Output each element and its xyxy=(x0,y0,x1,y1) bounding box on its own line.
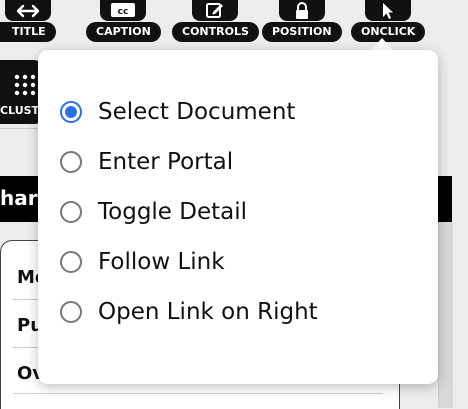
lock-icon xyxy=(278,0,325,21)
closed-caption-icon: cc xyxy=(100,0,147,21)
scrollbar-track[interactable] xyxy=(438,222,453,408)
option-label: Enter Portal xyxy=(98,149,234,175)
title-tool-label: TITLE xyxy=(0,22,56,42)
option-label: Select Document xyxy=(98,99,296,125)
svg-text:cc: cc xyxy=(118,7,129,17)
divider xyxy=(0,128,40,129)
option-toggle-detail[interactable]: Toggle Detail xyxy=(60,197,247,227)
radio-button[interactable] xyxy=(60,151,82,173)
position-tool-label: POSITION xyxy=(262,22,342,42)
option-open-link-on-right[interactable]: Open Link on Right xyxy=(60,297,318,327)
option-select-document[interactable]: Select Document xyxy=(60,97,295,127)
onclick-options-popover: Select Document Enter Portal Toggle Deta… xyxy=(38,50,438,384)
position-tool-button[interactable]: POSITION xyxy=(262,0,342,42)
caption-tool-button[interactable]: cc CAPTION xyxy=(86,0,161,42)
option-label: Toggle Detail xyxy=(98,199,248,225)
controls-tool-button[interactable]: CONTROLS xyxy=(172,0,259,42)
grid-dots-icon xyxy=(14,74,36,96)
edit-icon xyxy=(192,0,239,21)
radio-button[interactable] xyxy=(60,201,82,223)
title-tool-button[interactable]: TITLE xyxy=(0,0,56,42)
radio-button[interactable] xyxy=(60,251,82,273)
option-follow-link[interactable]: Follow Link xyxy=(60,247,225,277)
row-divider xyxy=(13,393,383,394)
cursor-icon xyxy=(365,0,412,21)
onclick-tool-button[interactable]: ONCLICK xyxy=(351,0,426,42)
radio-button-selected[interactable] xyxy=(60,101,82,123)
option-label: Follow Link xyxy=(98,249,225,275)
toolbar: TITLE cc CAPTION CONTROLS POSITION ONCLI… xyxy=(0,0,468,50)
background-header-text: har xyxy=(0,186,38,210)
option-enter-portal[interactable]: Enter Portal xyxy=(60,147,233,177)
radio-button[interactable] xyxy=(60,301,82,323)
caption-tool-label: CAPTION xyxy=(86,22,161,42)
option-label: Open Link on Right xyxy=(98,299,318,325)
resize-horizontal-icon xyxy=(4,0,51,21)
controls-tool-label: CONTROLS xyxy=(172,22,259,42)
